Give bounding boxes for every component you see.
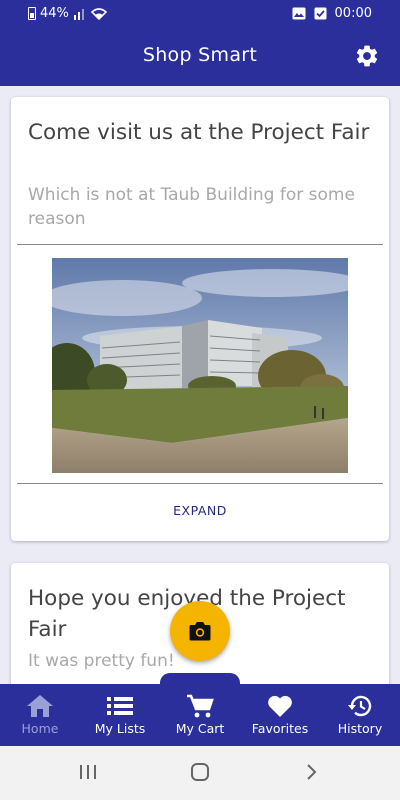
back-button[interactable] [302,763,322,785]
recent-apps-button[interactable] [78,763,98,785]
bottom-navigation: Home My Lists My Cart Favorites History [0,684,400,746]
nav-item-history[interactable]: History [320,684,400,746]
nav-item-favorites[interactable]: Favorites [240,684,320,746]
gear-icon [356,45,378,67]
nav-item-home[interactable]: Home [0,684,80,746]
home-icon [27,695,53,717]
building-photo [52,258,348,473]
status-bar: 44% 00:00 [0,0,400,28]
camera-icon [189,622,211,641]
check-notification-icon [314,7,327,20]
card-divider [17,244,383,245]
nav-label: My Cart [175,721,225,736]
card-subtitle: Which is not at Taub Building for some r… [28,185,355,229]
home-circle-icon [191,763,209,781]
system-navigation [0,746,400,800]
back-chevron-icon [307,764,317,780]
nav-item-my-lists[interactable]: My Lists [80,684,160,746]
news-card: Come visit us at the Project Fair Which … [11,97,389,541]
battery-percent: 44% [40,6,69,21]
card-title: Come visit us at the Project Fair [28,120,370,145]
status-time: 00:00 [334,6,372,21]
nav-label: Home [21,721,59,736]
nav-label: Favorites [251,721,309,736]
nav-label: My Lists [94,721,146,736]
gallery-notification-icon [292,7,306,20]
cart-icon [187,694,214,718]
heart-icon [268,695,292,717]
expand-button[interactable]: EXPAND [11,503,389,518]
signal-icon [73,8,84,20]
app-bar: Shop Smart [0,28,400,86]
settings-button[interactable] [354,43,380,69]
wifi-icon [90,7,107,20]
home-system-button[interactable] [190,763,210,785]
card-divider [17,483,383,484]
recent-apps-icon [80,765,96,779]
history-icon [348,695,372,717]
camera-button[interactable] [170,601,230,661]
list-icon [107,697,133,715]
app-title: Shop Smart [142,44,258,66]
nav-item-my-cart[interactable]: My Cart [160,684,240,746]
battery-icon [28,7,36,20]
nav-label: History [337,721,383,736]
